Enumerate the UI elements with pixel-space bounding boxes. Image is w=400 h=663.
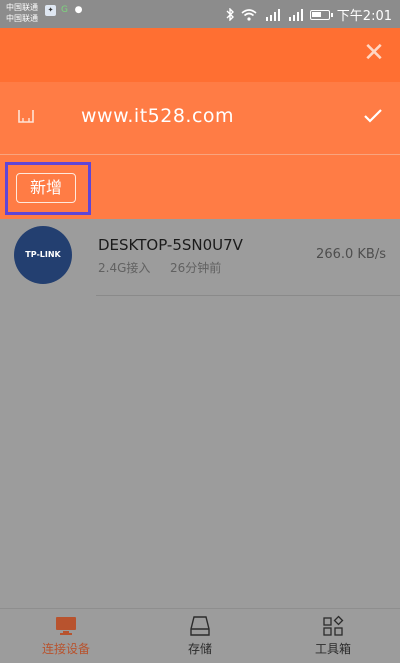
tab-toolbox[interactable]: 工具箱: [293, 615, 373, 657]
carrier-1: 中国联通: [6, 3, 38, 12]
device-speed: 266.0 KB/s: [316, 247, 386, 262]
g-icon: G: [61, 5, 68, 15]
tab-label: 存储: [187, 642, 212, 656]
tab-storage[interactable]: 存储: [160, 615, 240, 657]
bluetooth-icon: [226, 8, 234, 21]
app-header: ✕: [0, 28, 400, 82]
device-band: 2.4G接入: [98, 261, 151, 275]
battery-icon: [309, 9, 333, 20]
monitor-icon: [56, 617, 76, 635]
list-item[interactable]: TP-LINK DESKTOP-5SN0U7V 2.4G接入 26分钟前 266…: [0, 219, 400, 296]
router-icon: [18, 110, 34, 123]
network-name: www.it528.com: [81, 105, 235, 127]
bottom-nav: 连接设备 存储 工具箱: [0, 608, 400, 663]
add-button[interactable]: 新增: [16, 173, 76, 203]
notification-icons: ✦ G ●: [45, 5, 84, 16]
wifi-icon: [241, 8, 257, 21]
close-icon[interactable]: ✕: [362, 40, 386, 66]
list-divider: [96, 295, 400, 296]
tab-label: 工具箱: [314, 642, 351, 656]
app-icon: ✦: [45, 5, 56, 16]
toolbox-icon: [323, 615, 344, 636]
wechat-icon: ●: [74, 5, 83, 15]
signal-2g-icon: [288, 8, 303, 21]
network-row[interactable]: www.it528.com: [0, 82, 400, 155]
signal-4g-icon: [265, 8, 280, 21]
tab-connected-devices[interactable]: 连接设备: [26, 615, 106, 657]
clock: 下午2:01: [336, 9, 392, 24]
action-row: 新增: [0, 155, 400, 219]
storage-icon: [190, 616, 210, 636]
checkmark-icon: [364, 109, 382, 123]
status-bar: 中国联通 中国联通 ✦ G ● 下午2:01: [0, 0, 400, 28]
device-last-seen: 26分钟前: [170, 261, 222, 275]
device-name: DESKTOP-5SN0U7V: [98, 236, 243, 254]
avatar: TP-LINK: [14, 226, 72, 284]
status-right: 下午2:01: [226, 5, 392, 24]
tab-label: 连接设备: [41, 642, 90, 656]
carrier-2: 中国联通: [6, 14, 38, 23]
